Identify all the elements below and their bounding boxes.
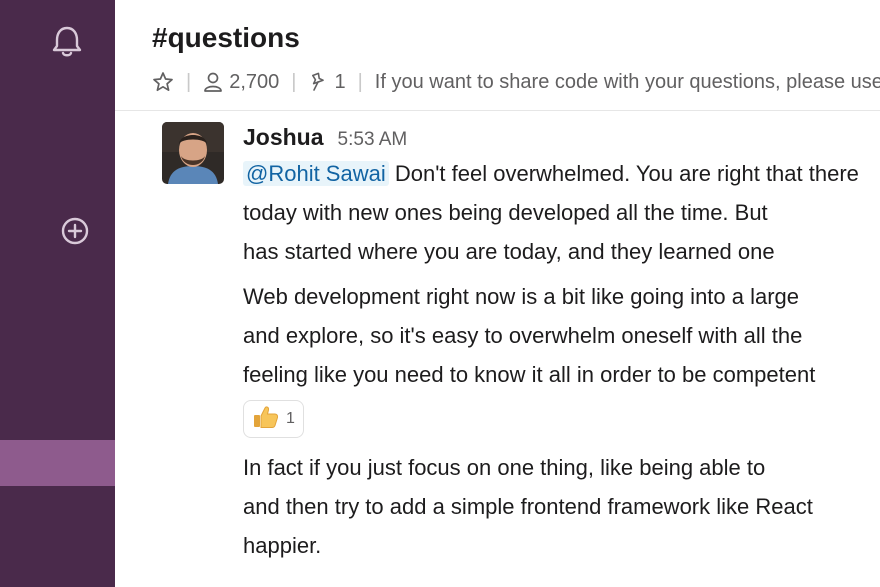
- message-paragraph: Web development right now is a bit like …: [243, 277, 880, 394]
- message[interactable]: Joshua 5:53 AM @Rohit Sawai Don't feel o…: [115, 110, 880, 587]
- star-icon[interactable]: [152, 71, 174, 93]
- avatar[interactable]: [162, 122, 224, 184]
- message-paragraph: In fact if you just focus on one thing, …: [243, 448, 880, 565]
- add-circle-icon[interactable]: [60, 216, 90, 246]
- pin-icon: [308, 71, 328, 93]
- channel-header: #questions | 2,700 | 1 | If you want to …: [115, 0, 880, 111]
- sender-name[interactable]: Joshua: [243, 124, 324, 151]
- channel-topic[interactable]: If you want to share code with your ques…: [375, 71, 880, 94]
- text-line: and explore, so it's easy to overwhelm o…: [243, 323, 803, 348]
- pinned-count-button[interactable]: 1: [308, 70, 346, 94]
- meta-divider: |: [291, 70, 297, 93]
- text-line: In fact if you just focus on one thing, …: [243, 455, 766, 480]
- thumbs-up-icon: [252, 404, 280, 435]
- meta-divider: |: [357, 70, 363, 93]
- text-line: @Rohit Sawai Don't feel overwhelmed. You…: [243, 154, 880, 193]
- text-line: has started where you are today, and the…: [243, 239, 775, 264]
- member-count: 2,700: [229, 70, 280, 93]
- message-header: Joshua 5:53 AM: [243, 124, 880, 154]
- channel-title[interactable]: #questions: [152, 20, 300, 56]
- bell-icon[interactable]: [50, 24, 84, 60]
- person-icon: [203, 71, 223, 93]
- workspace-sidebar: [0, 0, 115, 587]
- meta-divider: |: [186, 70, 192, 93]
- text-line: today with new ones being developed all …: [243, 200, 768, 225]
- member-count-button[interactable]: 2,700: [203, 71, 279, 94]
- message-content: Joshua 5:53 AM @Rohit Sawai Don't feel o…: [243, 124, 880, 565]
- message-paragraph: @Rohit Sawai Don't feel overwhelmed. You…: [243, 154, 880, 271]
- user-mention[interactable]: @Rohit Sawai: [243, 161, 389, 186]
- channel-view: #questions | 2,700 | 1 | If you want to …: [115, 0, 880, 587]
- reaction-count: 1: [286, 410, 295, 427]
- text-line: happier.: [243, 533, 322, 558]
- text-line: and then try to add a simple frontend fr…: [243, 494, 813, 519]
- text-line: Web development right now is a bit like …: [243, 284, 800, 309]
- timestamp[interactable]: 5:53 AM: [338, 129, 408, 151]
- channel-meta: | 2,700 | 1 | If you want to share code …: [152, 67, 880, 97]
- text-fragment: Don't feel overwhelmed. You are right th…: [394, 161, 859, 186]
- text-line: feeling like you need to know it all in …: [243, 362, 816, 387]
- sidebar-active-item[interactable]: [0, 440, 115, 486]
- pinned-count: 1: [334, 70, 346, 93]
- reaction-button[interactable]: 1: [243, 400, 304, 438]
